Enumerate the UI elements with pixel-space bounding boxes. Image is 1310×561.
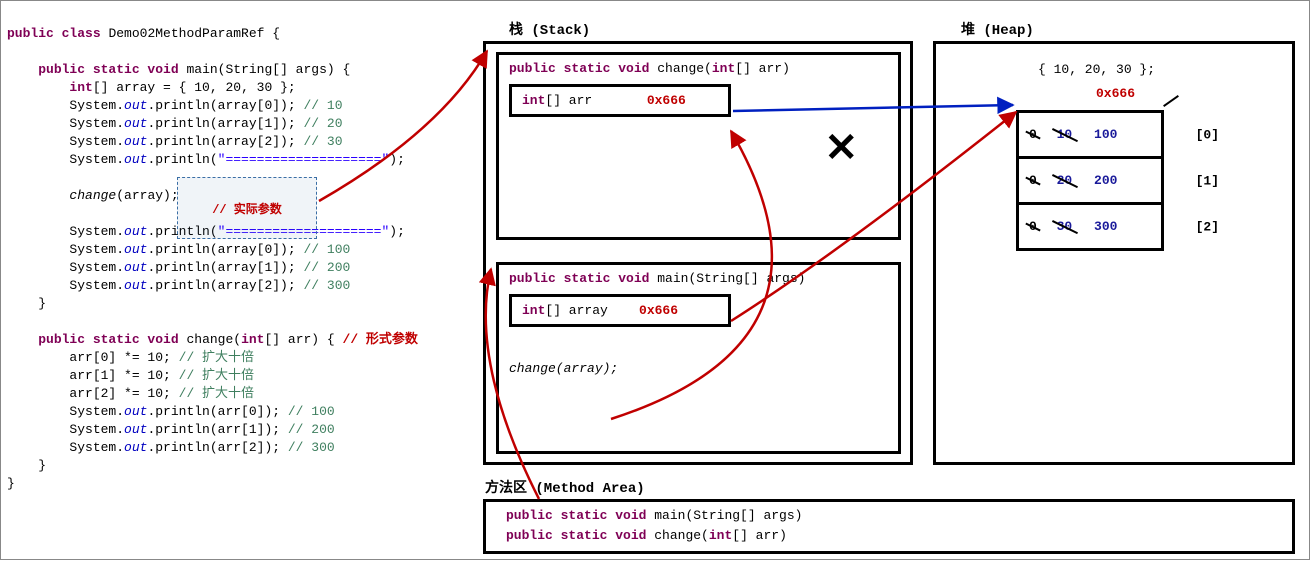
arr-var-box: int[] arr 0x666	[509, 84, 731, 117]
stack-label: 栈 (Stack)	[509, 19, 590, 39]
array-var-box: int[] array 0x666	[509, 294, 731, 327]
stack-frame-main: public static void main(String[] args) i…	[496, 262, 901, 454]
ma-change: public static void change(int[] arr)	[506, 526, 1272, 546]
change-sig: public static void change(int[] arr)	[509, 61, 888, 76]
heap-cell-1: 0 20 200 [1]	[1019, 159, 1161, 205]
ma-main: public static void main(String[] args)	[506, 506, 1272, 526]
method-area-box: public static void main(String[] args) p…	[483, 499, 1295, 554]
selection-box: // 实际参数	[177, 177, 317, 239]
method-area-label: 方法区 (Method Area)	[485, 477, 645, 497]
stack-box: public static void change(int[] arr) int…	[483, 41, 913, 465]
heap-box: { 10, 20, 30 }; 0x666 0 10 100 [0] 0 20 …	[933, 41, 1295, 465]
heap-cell-0: 0 10 100 [0]	[1019, 113, 1161, 159]
main-sig: public static void main(String[] args)	[509, 271, 888, 286]
heap-array: 0 10 100 [0] 0 20 200 [1] 0 30 300 [2]	[1016, 110, 1164, 251]
corner-tick-icon	[1163, 95, 1179, 107]
heap-label: 堆 (Heap)	[961, 19, 1034, 39]
stack-frame-change: public static void change(int[] arr) int…	[496, 52, 901, 240]
heap-init: { 10, 20, 30 };	[1038, 62, 1155, 77]
heap-addr: 0x666	[1096, 86, 1135, 101]
x-mark: ✕	[824, 125, 858, 174]
actual-param-comment: // 实际参数	[212, 200, 282, 217]
change-call: change(array);	[509, 361, 888, 376]
heap-cell-2: 0 30 300 [2]	[1019, 205, 1161, 248]
source-code: public class Demo02MethodParamRef { publ…	[7, 7, 477, 493]
